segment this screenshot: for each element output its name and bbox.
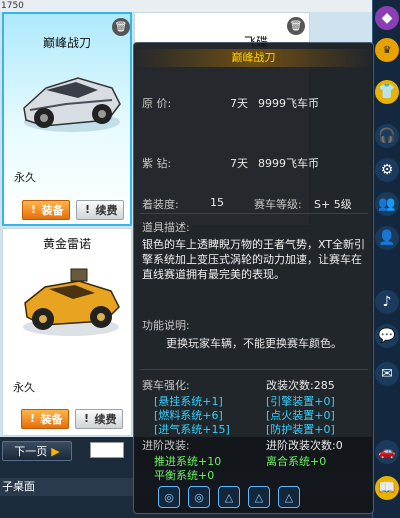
advanced-item: 离合系统+0: [266, 455, 327, 468]
renew-button[interactable]: ! 续费: [75, 409, 123, 429]
triangle-icon: △: [278, 486, 300, 508]
gem-icon[interactable]: ◆: [375, 6, 399, 30]
note-text: 更换玩家车辆，不能更换赛车颜色。: [166, 337, 342, 350]
chevron-right-icon: ▶: [51, 444, 60, 458]
enhance-label: 赛车强化:: [142, 379, 190, 392]
renew-button[interactable]: ! 续费: [76, 200, 124, 220]
page-number-input[interactable]: [90, 442, 124, 458]
mail-icon[interactable]: ✉: [375, 362, 399, 386]
gear-icon[interactable]: ⚙: [375, 158, 399, 182]
swirl-icon: ◎: [188, 486, 210, 508]
renew-label: 续费: [94, 413, 117, 426]
advanced-item: 平衡系统+0: [154, 469, 215, 482]
item-tooltip: 巅峰战刀 原 价: 7天 9999飞车币 紫 钻: 7天 8999飞车币 着装度…: [133, 42, 374, 514]
person-icon[interactable]: 👤: [375, 226, 399, 250]
car-icon[interactable]: 🚗: [375, 440, 399, 464]
music-icon[interactable]: ♪: [375, 290, 399, 314]
coin-counter: 1750: [1, 1, 24, 11]
next-page-label: 下一页: [14, 445, 48, 458]
tooltip-title: 巅峰战刀: [134, 49, 373, 67]
car-duration: 永久: [13, 381, 35, 394]
top-strip: 1750: [0, 0, 372, 12]
desc-text: 银色的车上透睥睨万物的王者气势，XT全新引擎系统加上变压式涡轮的动力加速，让赛车…: [142, 238, 366, 281]
chat-icon[interactable]: 💬: [375, 324, 399, 348]
vip-icon[interactable]: ♛: [375, 38, 399, 62]
advanced-count: 进阶改装次数:0: [266, 439, 343, 452]
vip-price-label: 紫 钻:: [142, 157, 172, 170]
exclaim-icon: !: [83, 412, 90, 425]
advanced-label: 进阶改装:: [142, 439, 190, 452]
car-image: [23, 268, 120, 336]
next-page-button[interactable]: 下一页 ▶: [2, 441, 72, 461]
car-card-1[interactable]: 巅峰战刀 🗑 永久 ! 装备 ! 续费: [2, 12, 132, 226]
price-value: 9999飞车币: [258, 97, 319, 110]
divider: [140, 369, 368, 370]
exclaim-icon: !: [30, 203, 37, 216]
car-title: 巅峰战刀: [42, 36, 91, 50]
friends-icon[interactable]: 👥: [375, 192, 399, 216]
wear-value: 15: [210, 196, 224, 209]
equip-button[interactable]: ! 装备: [22, 200, 70, 220]
exclaim-icon: !: [84, 203, 91, 216]
trash-icon[interactable]: 🗑: [287, 17, 305, 35]
wear-label: 着装度:: [142, 198, 179, 211]
equip-button[interactable]: ! 装备: [21, 409, 69, 429]
renew-label: 续费: [95, 204, 118, 217]
car-image: [23, 77, 121, 132]
swirl-icon: ◎: [158, 486, 180, 508]
car-duration: 永久: [14, 171, 36, 184]
triangle-icon: △: [248, 486, 270, 508]
vip-price-days: 7天: [230, 157, 248, 170]
modify-count: 改装次数:285: [266, 379, 335, 392]
price-days: 7天: [230, 97, 248, 110]
price-label: 原 价:: [142, 97, 172, 110]
triangle-icon: △: [218, 486, 240, 508]
car-card-3[interactable]: 黄金雷诺 永久 ! 装备 ! 续费: [2, 228, 132, 436]
enhance-item: [防护装置+0]: [266, 423, 335, 436]
equip-label: 装备: [41, 204, 64, 217]
exclaim-icon: !: [29, 412, 36, 425]
skill-icon-row: ◎ ◎ △ △ △: [158, 486, 358, 510]
enhance-item: [进气系统+15]: [154, 423, 230, 436]
equip-label: 装备: [40, 413, 63, 426]
book-icon[interactable]: 📖: [375, 476, 399, 500]
car-title: 黄金雷诺: [42, 237, 91, 251]
shirt-icon[interactable]: 👕: [375, 80, 399, 104]
divider: [140, 213, 368, 214]
grade-label: 赛车等级:: [254, 198, 302, 211]
vip-price-value: 8999飞车币: [258, 157, 319, 170]
trash-icon[interactable]: 🗑: [112, 18, 130, 36]
note-label: 功能说明:: [142, 319, 190, 332]
headset-icon[interactable]: 🎧: [375, 124, 399, 148]
desc-label: 道具描述:: [142, 221, 190, 234]
grade-value: S+ 5级: [314, 198, 352, 211]
right-icon-bar: ◆ ♛ 👕 🎧 ⚙ 👥 👤 ♪ 💬 ✉ 🚗 📖: [372, 0, 400, 518]
